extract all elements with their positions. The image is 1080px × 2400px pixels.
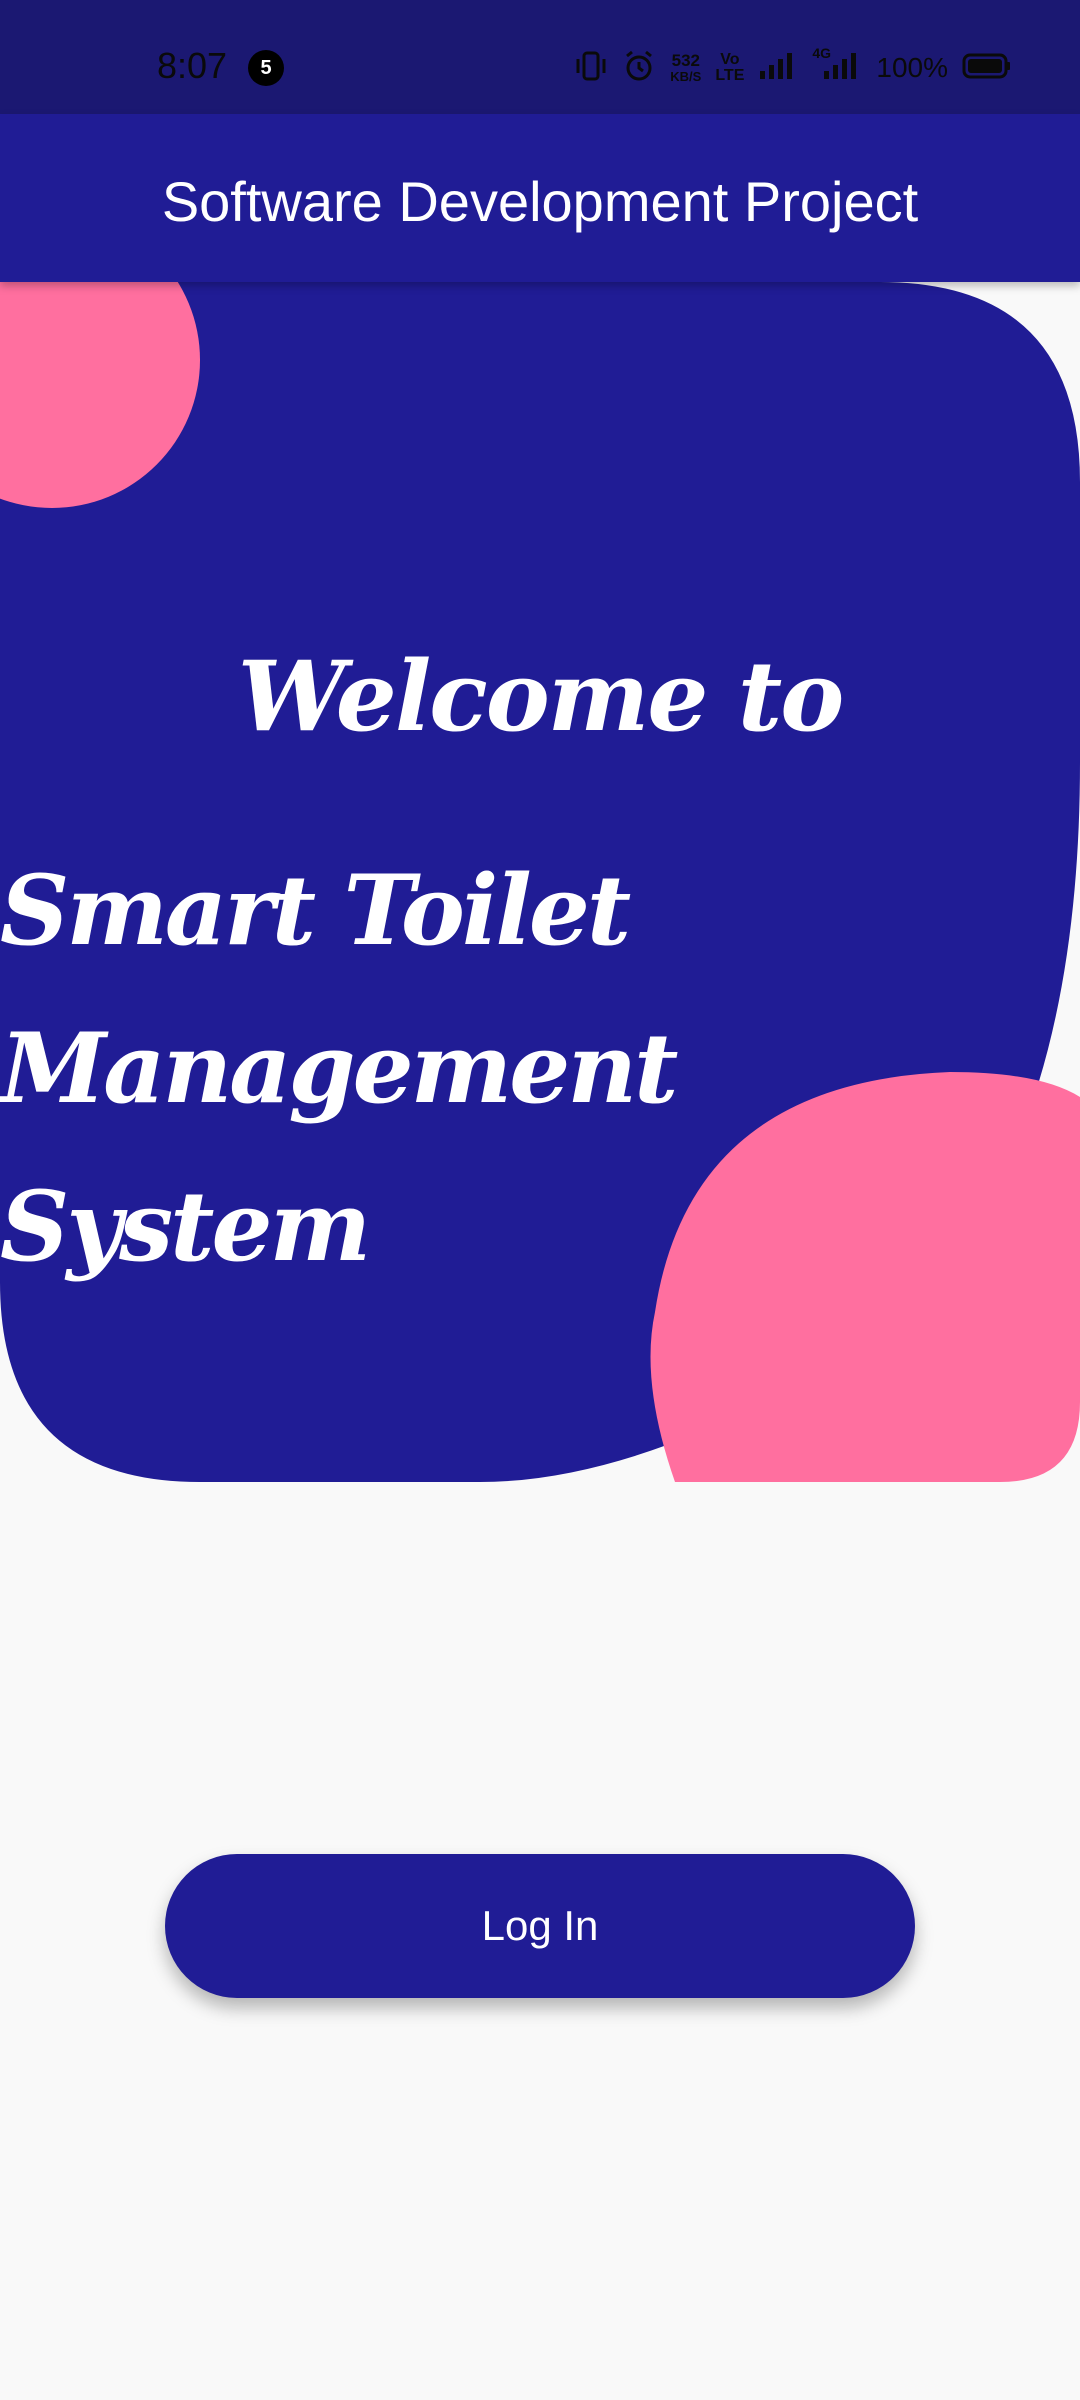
app-title: Software Development Project — [161, 170, 919, 233]
status-time: 8:07 — [157, 45, 228, 86]
welcome-hero: Welcome to Smart Toilet Management Syste… — [0, 282, 1080, 1482]
welcome-heading: Welcome to — [237, 640, 844, 753]
volte-indicator: Vo LTE — [715, 52, 744, 84]
system-name: Smart Toilet Management System — [0, 854, 678, 1283]
battery-icon — [962, 52, 1012, 85]
network-type: 4G — [812, 44, 832, 61]
status-bar: 8:07 5 532 KB/S Vo LTE 4G 100% — [0, 0, 1080, 114]
notification-badge: 5 — [248, 50, 284, 86]
network-speed: 532 KB/S — [670, 52, 701, 84]
battery-percent: 100% — [876, 52, 948, 83]
volte-bottom: LTE — [715, 67, 745, 84]
network-speed-value: 532 — [671, 51, 700, 70]
app-bar: Software Development Project — [0, 114, 1080, 282]
network-speed-unit: KB/S — [670, 69, 702, 84]
signal-icon — [758, 51, 798, 86]
volte-top: Vo — [720, 51, 740, 68]
signal-4g-icon: 4G — [812, 45, 862, 86]
vibrate-icon — [574, 51, 608, 86]
login-button[interactable]: Log In — [165, 1854, 915, 1998]
status-icons: 532 KB/S Vo LTE 4G 100% — [574, 44, 1012, 92]
alarm-icon — [622, 49, 656, 88]
